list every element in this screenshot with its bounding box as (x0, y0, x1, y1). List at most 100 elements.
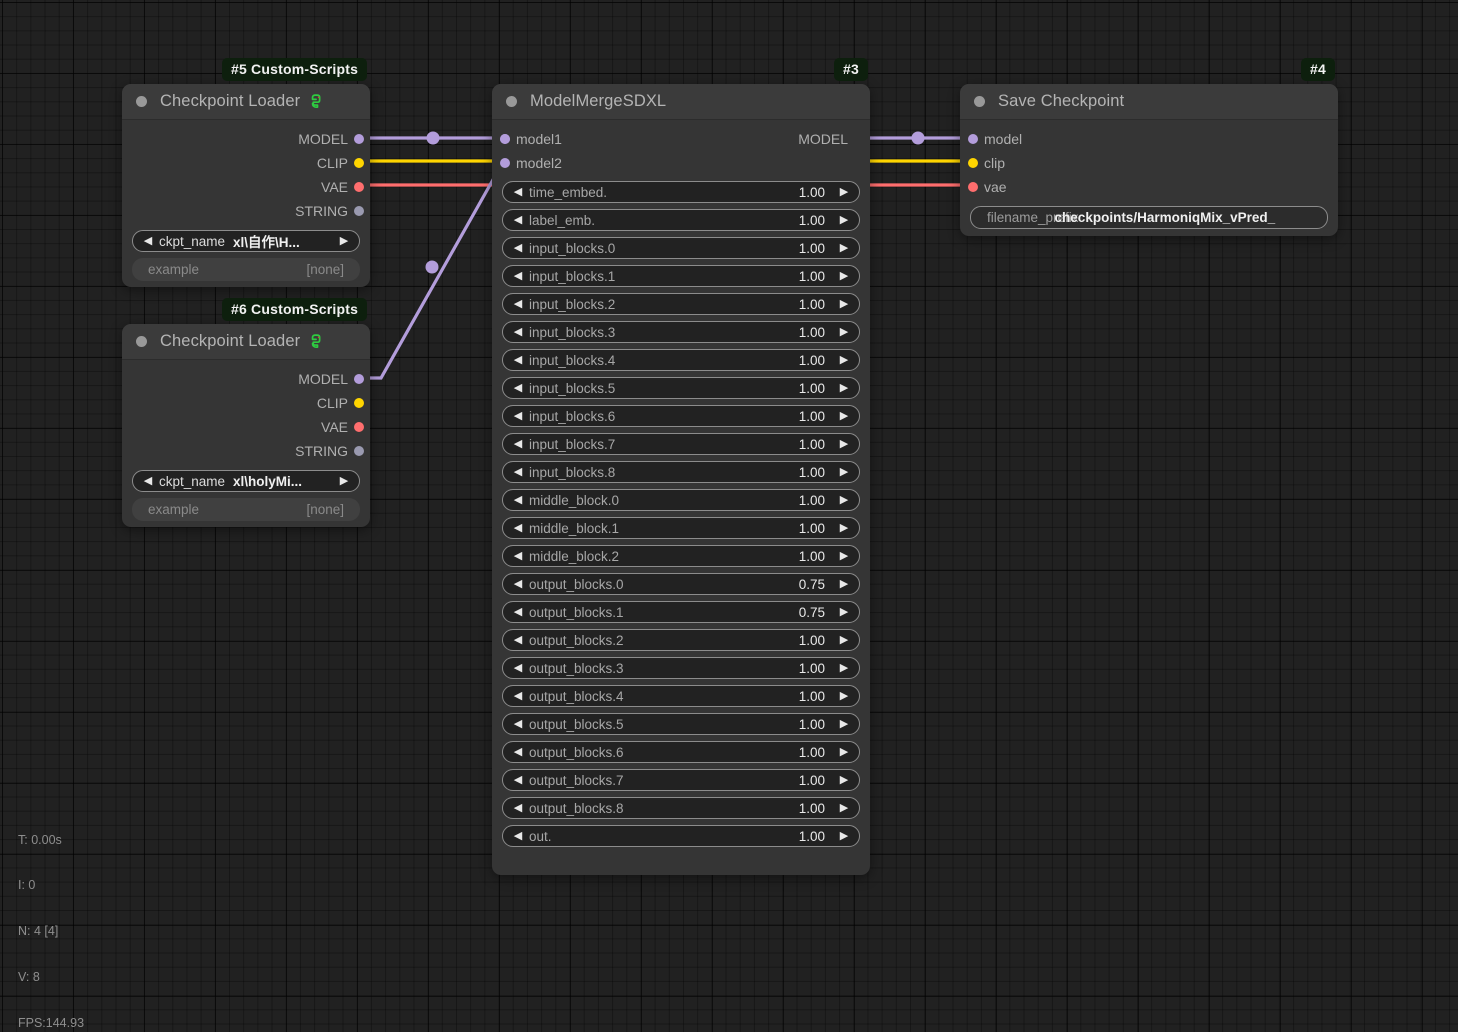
output-slot-dot-clip[interactable] (354, 158, 364, 168)
widget-input-blocks-8[interactable]: ◀ input_blocks.8 1.00 ▶ (502, 461, 860, 483)
increment-arrow-icon[interactable]: ▶ (833, 522, 859, 534)
widget-output-blocks-8[interactable]: ◀ output_blocks.8 1.00 ▶ (502, 797, 860, 819)
output-slot-string[interactable]: STRING (122, 199, 370, 223)
output-slot-dot-vae[interactable] (354, 182, 364, 192)
output-slot-dot-string[interactable] (354, 446, 364, 456)
decrement-arrow-icon[interactable]: ◀ (503, 298, 529, 310)
output-slot-dot-string[interactable] (354, 206, 364, 216)
output-slot-model[interactable]: MODEL (122, 127, 370, 151)
increment-arrow-icon[interactable]: ▶ (833, 606, 859, 618)
output-slot-dot-model[interactable] (500, 134, 510, 144)
output-slot-vae[interactable]: VAE (122, 175, 370, 199)
widget-ckpt-name[interactable]: ◀ ckpt_name xl\holyMi... ▶ (132, 470, 360, 492)
widget-input-blocks-2[interactable]: ◀ input_blocks.2 1.00 ▶ (502, 293, 860, 315)
widget-middle-block-2[interactable]: ◀ middle_block.2 1.00 ▶ (502, 545, 860, 567)
decrement-arrow-icon[interactable]: ◀ (503, 774, 529, 786)
increment-arrow-icon[interactable]: ▶ (833, 746, 859, 758)
widget-input-blocks-0[interactable]: ◀ input_blocks.0 1.00 ▶ (502, 237, 860, 259)
widget-time-embed[interactable]: ◀ time_embed. 1.00 ▶ (502, 181, 860, 203)
widget-output-blocks-6[interactable]: ◀ output_blocks.6 1.00 ▶ (502, 741, 860, 763)
widget-input-blocks-7[interactable]: ◀ input_blocks.7 1.00 ▶ (502, 433, 860, 455)
widget-output-blocks-7[interactable]: ◀ output_blocks.7 1.00 ▶ (502, 769, 860, 791)
output-slot-model[interactable]: MODEL (122, 367, 370, 391)
decrement-arrow-icon[interactable]: ◀ (503, 830, 529, 842)
increment-arrow-icon[interactable]: ▶ (833, 830, 859, 842)
widget-output-blocks-2[interactable]: ◀ output_blocks.2 1.00 ▶ (502, 629, 860, 651)
input-slot-dot-vae[interactable] (968, 182, 978, 192)
output-slot-string[interactable]: STRING (122, 439, 370, 463)
decrement-arrow-icon[interactable]: ◀ (503, 662, 529, 674)
increment-arrow-icon[interactable]: ▶ (833, 774, 859, 786)
widget-output-blocks-4[interactable]: ◀ output_blocks.4 1.00 ▶ (502, 685, 860, 707)
decrement-arrow-icon[interactable]: ◀ (503, 242, 529, 254)
input-slot-dot-model2[interactable] (500, 158, 510, 168)
widget-example[interactable]: example [none] (132, 258, 360, 281)
widget-output-blocks-5[interactable]: ◀ output_blocks.5 1.00 ▶ (502, 713, 860, 735)
widget-filename-prefix[interactable]: filename_prefix checkpoints/HarmoniqMix_… (970, 206, 1328, 229)
node-collapse-dot[interactable] (136, 336, 147, 347)
increment-arrow-icon[interactable]: ▶ (833, 242, 859, 254)
node-header[interactable]: Checkpoint Loader (122, 84, 370, 120)
increment-arrow-icon[interactable]: ▶ (833, 186, 859, 198)
widget-output-blocks-1[interactable]: ◀ output_blocks.1 0.75 ▶ (502, 601, 860, 623)
node-header[interactable]: ModelMergeSDXL (492, 84, 870, 120)
widget-ckpt-name[interactable]: ◀ ckpt_name xl\自作\H... ▶ (132, 230, 360, 252)
decrement-arrow-icon[interactable]: ◀ (503, 690, 529, 702)
input-slot-vae[interactable]: vae (960, 175, 1338, 199)
decrement-arrow-icon[interactable]: ◀ (503, 186, 529, 198)
widget-input-blocks-3[interactable]: ◀ input_blocks.3 1.00 ▶ (502, 321, 860, 343)
increment-arrow-icon[interactable]: ▶ (333, 475, 359, 487)
widget-input-blocks-1[interactable]: ◀ input_blocks.1 1.00 ▶ (502, 265, 860, 287)
decrement-arrow-icon[interactable]: ◀ (503, 746, 529, 758)
node-save-checkpoint[interactable]: Save Checkpoint model clip vae filename_… (960, 84, 1338, 236)
increment-arrow-icon[interactable]: ▶ (833, 214, 859, 226)
widget-out[interactable]: ◀ out. 1.00 ▶ (502, 825, 860, 847)
increment-arrow-icon[interactable]: ▶ (833, 382, 859, 394)
increment-arrow-icon[interactable]: ▶ (833, 690, 859, 702)
output-slot-clip[interactable]: CLIP (122, 151, 370, 175)
decrement-arrow-icon[interactable]: ◀ (133, 475, 159, 487)
graph-canvas[interactable]: #5 Custom-Scripts Checkpoint Loader MODE… (0, 0, 1458, 1032)
increment-arrow-icon[interactable]: ▶ (833, 298, 859, 310)
widget-middle-block-1[interactable]: ◀ middle_block.1 1.00 ▶ (502, 517, 860, 539)
decrement-arrow-icon[interactable]: ◀ (503, 550, 529, 562)
decrement-arrow-icon[interactable]: ◀ (503, 606, 529, 618)
increment-arrow-icon[interactable]: ▶ (833, 802, 859, 814)
output-slot-dot-model[interactable] (354, 374, 364, 384)
node-checkpoint-loader-5[interactable]: Checkpoint Loader MODEL CLIP VAE STRING … (122, 84, 370, 287)
increment-arrow-icon[interactable]: ▶ (833, 270, 859, 282)
decrement-arrow-icon[interactable]: ◀ (503, 326, 529, 338)
increment-arrow-icon[interactable]: ▶ (833, 634, 859, 646)
widget-output-blocks-3[interactable]: ◀ output_blocks.3 1.00 ▶ (502, 657, 860, 679)
decrement-arrow-icon[interactable]: ◀ (503, 718, 529, 730)
output-slot-dot-clip[interactable] (354, 398, 364, 408)
widget-example[interactable]: example [none] (132, 498, 360, 521)
widget-middle-block-0[interactable]: ◀ middle_block.0 1.00 ▶ (502, 489, 860, 511)
widget-output-blocks-0[interactable]: ◀ output_blocks.0 0.75 ▶ (502, 573, 860, 595)
increment-arrow-icon[interactable]: ▶ (833, 662, 859, 674)
increment-arrow-icon[interactable]: ▶ (833, 718, 859, 730)
decrement-arrow-icon[interactable]: ◀ (503, 382, 529, 394)
node-header[interactable]: Checkpoint Loader (122, 324, 370, 360)
node-checkpoint-loader-6[interactable]: Checkpoint Loader MODEL CLIP VAE STRING … (122, 324, 370, 527)
input-slot-model[interactable]: model (960, 127, 1338, 151)
decrement-arrow-icon[interactable]: ◀ (503, 522, 529, 534)
input-slot-dot-clip[interactable] (968, 158, 978, 168)
decrement-arrow-icon[interactable]: ◀ (503, 634, 529, 646)
node-header[interactable]: Save Checkpoint (960, 84, 1338, 120)
widget-input-blocks-6[interactable]: ◀ input_blocks.6 1.00 ▶ (502, 405, 860, 427)
node-badge-6[interactable]: #6 Custom-Scripts (222, 298, 368, 321)
decrement-arrow-icon[interactable]: ◀ (503, 466, 529, 478)
node-collapse-dot[interactable] (506, 96, 517, 107)
output-slot-dot-vae[interactable] (354, 422, 364, 432)
increment-arrow-icon[interactable]: ▶ (833, 410, 859, 422)
output-slot-vae[interactable]: VAE (122, 415, 370, 439)
widget-label-emb[interactable]: ◀ label_emb. 1.00 ▶ (502, 209, 860, 231)
decrement-arrow-icon[interactable]: ◀ (503, 410, 529, 422)
node-badge-5[interactable]: #5 Custom-Scripts (222, 58, 368, 81)
increment-arrow-icon[interactable]: ▶ (833, 494, 859, 506)
decrement-arrow-icon[interactable]: ◀ (503, 438, 529, 450)
increment-arrow-icon[interactable]: ▶ (333, 235, 359, 247)
increment-arrow-icon[interactable]: ▶ (833, 438, 859, 450)
input-slot-dot-model[interactable] (968, 134, 978, 144)
